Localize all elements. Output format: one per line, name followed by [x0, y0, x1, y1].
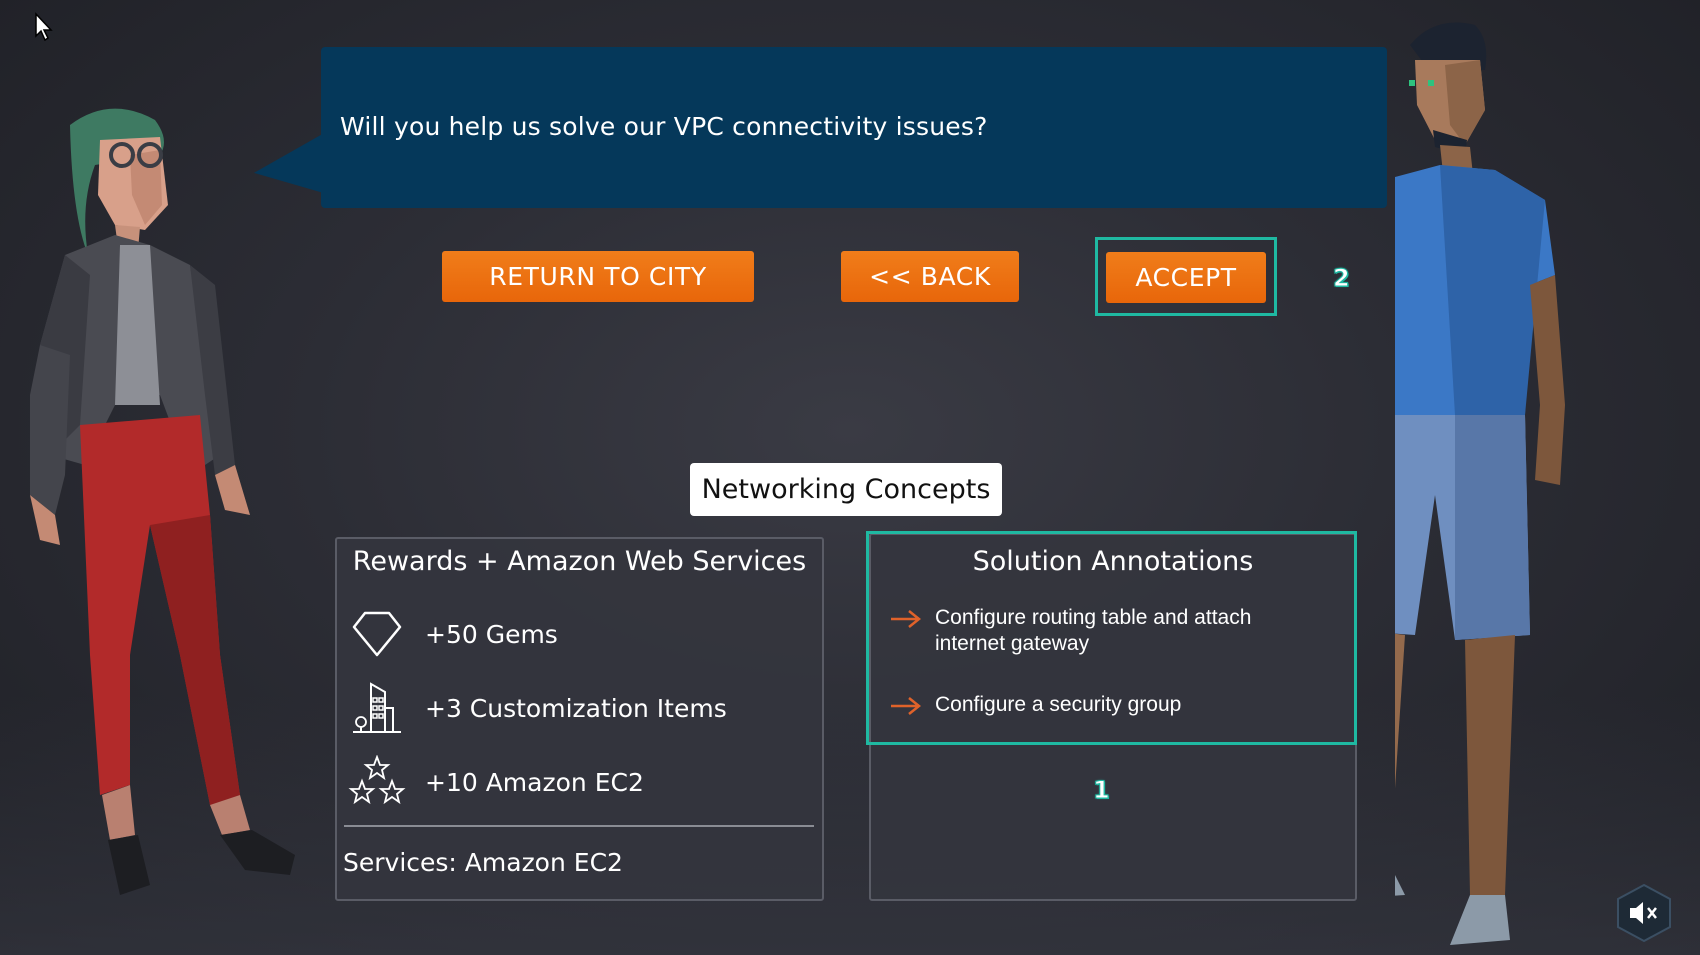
- speaker-muted-icon: [1615, 883, 1673, 947]
- annotation-item: Configure routing table and attach inter…: [889, 605, 1295, 657]
- accept-button[interactable]: ACCEPT: [1106, 252, 1266, 303]
- return-to-city-button[interactable]: RETURN TO CITY: [442, 251, 754, 302]
- solution-title: Solution Annotations: [972, 546, 1254, 577]
- reward-label: +3 Customization Items: [425, 693, 727, 723]
- stars-icon: [347, 755, 407, 809]
- speech-bubble-tail: [254, 133, 324, 203]
- mouse-cursor-icon: [34, 12, 54, 46]
- reward-label: +50 Gems: [425, 619, 558, 649]
- mute-button[interactable]: [1615, 883, 1673, 947]
- gem-icon: [347, 610, 407, 658]
- reward-item: +10 Amazon EC2: [347, 755, 644, 809]
- topic-label: Networking Concepts: [690, 463, 1002, 516]
- rewards-title: Rewards + Amazon Web Services: [352, 546, 807, 577]
- annotation-label: Configure routing table and attach inter…: [935, 606, 1252, 655]
- reward-label: +10 Amazon EC2: [425, 767, 644, 797]
- reward-item: +3 Customization Items: [347, 680, 727, 736]
- arrow-right-icon: [889, 609, 923, 633]
- step-badge-1: 1: [1093, 776, 1111, 805]
- woman-character: [10, 95, 330, 955]
- annotation-label: Configure a security group: [935, 693, 1182, 716]
- arrow-right-icon: [889, 696, 923, 720]
- step-badge-2: 2: [1333, 264, 1351, 293]
- back-button[interactable]: << BACK: [841, 251, 1019, 302]
- building-icon: [347, 680, 407, 736]
- annotation-item: Configure a security group: [889, 692, 1295, 720]
- rewards-divider: [344, 825, 814, 827]
- reward-item: +50 Gems: [347, 610, 558, 658]
- man-character: [1395, 15, 1695, 955]
- speech-text: Will you help us solve our VPC connectiv…: [340, 112, 988, 141]
- services-text: Services: Amazon EC2: [343, 848, 623, 877]
